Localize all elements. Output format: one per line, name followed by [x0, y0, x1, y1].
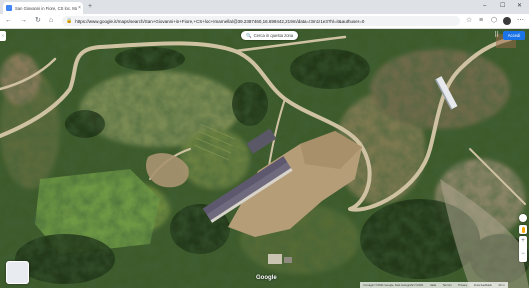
back-button[interactable]: ← — [5, 17, 12, 25]
forward-button[interactable]: → — [20, 17, 27, 25]
zoom-control: + − — [519, 236, 527, 262]
collapse-panel-button[interactable]: ‹ — [0, 31, 6, 41]
search-icon: 🔍 — [246, 32, 252, 38]
browser-window: San Giovanni in Fiore, CS loc. Ma... × +… — [0, 0, 529, 288]
zoom-in-button[interactable]: + — [519, 238, 527, 245]
home-button[interactable]: ⌂ — [49, 17, 53, 25]
reload-button[interactable]: ↻ — [35, 17, 41, 25]
maps-favicon-icon — [6, 5, 12, 11]
satellite-imagery — [0, 29, 529, 288]
search-this-area-label: Cerca in questa zona — [253, 33, 294, 38]
compass-icon[interactable] — [519, 214, 527, 222]
footer-feedback[interactable]: Invia feedback — [474, 283, 492, 287]
pegman-icon[interactable] — [519, 225, 527, 234]
extensions-icon[interactable]: ⬡ — [491, 17, 497, 25]
zoom-out-button[interactable]: − — [519, 251, 527, 258]
footer-terms[interactable]: Termini — [443, 283, 452, 287]
tab-strip: San Giovanni in Fiore, CS loc. Ma... × +… — [0, 0, 529, 14]
collections-icon[interactable]: ≡ — [479, 17, 483, 25]
url-text[interactable]: https://www.google.it/maps/search/San+Gi… — [75, 19, 455, 24]
tab-title: San Giovanni in Fiore, CS loc. Ma... — [15, 5, 77, 11]
new-tab-button[interactable]: + — [88, 3, 92, 11]
window-close-button[interactable]: ✕ — [517, 2, 522, 10]
footer-scale[interactable]: 20 m — [499, 283, 505, 287]
browser-toolbar: ← → ↻ ⌂ 🔒 https://www.google.it/maps/sea… — [0, 14, 529, 29]
address-bar[interactable]: 🔒 https://www.google.it/maps/search/San+… — [62, 16, 460, 26]
minimize-button[interactable]: – — [483, 2, 486, 10]
search-this-area-button[interactable]: 🔍 Cerca in questa zona — [241, 31, 299, 40]
lock-icon: 🔒 — [66, 18, 73, 24]
menu-icon[interactable]: ⋯ — [517, 17, 524, 25]
star-icon[interactable]: ☆ — [466, 17, 472, 25]
satellite-map[interactable]: ‹ 🔍 Cerca in questa zona ⠿ Accedi + − Go… — [0, 29, 529, 288]
tab-close-icon[interactable]: × — [78, 5, 81, 11]
layers-thumbnail-button[interactable] — [6, 261, 29, 284]
google-logo: Google — [256, 275, 277, 281]
tab-maps[interactable]: San Giovanni in Fiore, CS loc. Ma... × — [3, 2, 83, 14]
footer-privacy[interactable]: Privacy — [458, 283, 467, 287]
signin-button[interactable]: Accedi — [503, 31, 525, 40]
apps-grid-icon[interactable]: ⠿ — [494, 32, 499, 40]
maximize-button[interactable]: ☐ — [500, 2, 505, 10]
map-footer: Immagini ©2021 Google, Dati cartografici… — [360, 282, 508, 288]
footer-copyright: Immagini ©2021 Google, Dati cartografici… — [363, 283, 424, 287]
footer-country[interactable]: Italia — [430, 283, 436, 287]
profile-avatar[interactable] — [503, 17, 511, 25]
